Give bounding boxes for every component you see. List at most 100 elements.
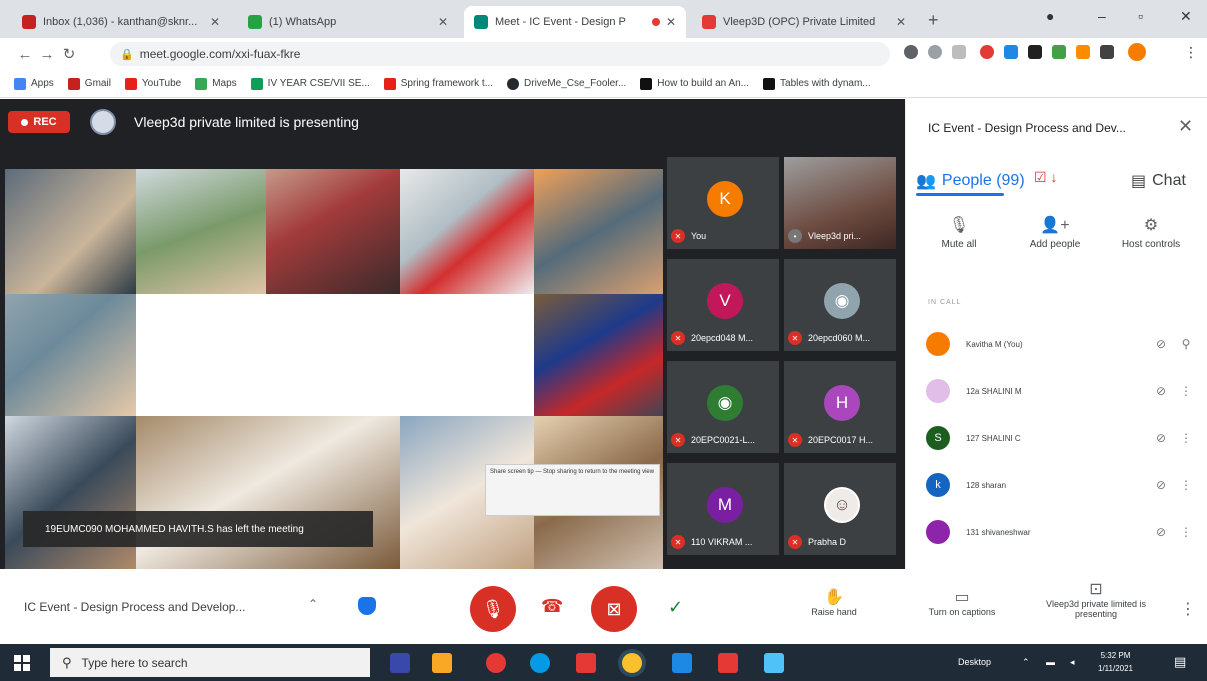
clock[interactable]: 5:32 PM 1/11/2021 (1098, 649, 1133, 675)
tab-meet[interactable]: Meet - IC Event - Design P ✕ (464, 6, 686, 38)
participant-tile[interactable]: ◉ ✕ 20epcd060 M... (784, 259, 896, 351)
mute-all-button[interactable]: 🎙 Mute all (914, 213, 1004, 250)
edge-icon[interactable] (530, 653, 550, 673)
windows-start-button[interactable] (14, 655, 30, 671)
presenting-button[interactable]: ⊡ Vleep3d private limited is presenting (1030, 579, 1162, 619)
person-name: 127 SHALINI C (966, 433, 1021, 443)
extension-icon[interactable] (1028, 45, 1042, 59)
extension-icon[interactable] (1004, 45, 1018, 59)
bookmark-youtube[interactable]: YouTube (124, 77, 181, 90)
file-explorer-icon[interactable] (432, 653, 452, 673)
participant-tile[interactable]: • Vleep3d pri... (784, 157, 896, 249)
lock-icon: 🔒 (120, 48, 134, 61)
participant-tile[interactable]: H ✕ 20EPC0017 H... (784, 361, 896, 453)
list-item[interactable]: 131 shivaneshwar ⊘ ⋮ (926, 517, 1196, 547)
tab-chat[interactable]: ▤ Chat (1131, 171, 1186, 191)
taskbar-search[interactable]: ⚲ Type here to search (50, 648, 370, 677)
app-icon[interactable] (390, 653, 410, 673)
bookmark-apps[interactable]: Apps (14, 77, 54, 90)
avatar (926, 520, 950, 544)
mic-toggle-button[interactable]: 🎙 (470, 586, 516, 632)
participant-tile[interactable]: ◉ ✕ 20EPC0021-L... (667, 361, 779, 453)
list-item[interactable]: Kavitha M (You) ⊘ ⚲ (926, 329, 1196, 359)
tab-gmail[interactable]: Inbox (1,036) - kanthan@sknr... ✕ (12, 6, 230, 38)
calculator-icon[interactable] (672, 653, 692, 673)
camera-toggle-button[interactable]: ⊠ (591, 586, 637, 632)
participant-tile[interactable]: K ✕ You (667, 157, 779, 249)
add-people-button[interactable]: 👤+ Add people (1010, 213, 1100, 250)
more-options-icon[interactable]: ⋮ (1176, 431, 1196, 445)
captions-button[interactable]: ▭ Turn on captions (910, 587, 1014, 617)
notifications-icon[interactable]: ▤ (1174, 654, 1186, 670)
menu-icon[interactable]: ⋮ (1184, 44, 1198, 61)
address-bar[interactable]: 🔒 meet.google.com/xxi-fuax-fkre (110, 42, 890, 66)
new-tab-button[interactable]: + (928, 10, 939, 31)
close-icon[interactable]: ✕ (438, 15, 448, 29)
meeting-name[interactable]: IC Event - Design Process and Develop... (24, 600, 245, 614)
mic-off-icon[interactable]: ⊘ (1146, 337, 1176, 351)
app-icon[interactable] (576, 653, 596, 673)
close-window-button[interactable]: ✕ (1180, 8, 1192, 25)
bookmark-maps[interactable]: Maps (195, 77, 237, 90)
bookmark-spring[interactable]: Spring framework t... (383, 77, 493, 90)
star-icon[interactable] (952, 45, 966, 59)
maximize-button[interactable]: ▫ (1138, 8, 1143, 24)
chrome-icon[interactable] (622, 653, 642, 673)
list-item[interactable]: 12a SHALINI M ⊘ ⋮ (926, 376, 1196, 406)
host-controls-button[interactable]: ⚙ Host controls (1106, 213, 1196, 250)
close-panel-button[interactable]: ✕ (1178, 116, 1193, 137)
tab-activities[interactable]: ☑ ↓ (1034, 169, 1057, 186)
app-icon[interactable] (718, 653, 738, 673)
participant-tile[interactable]: V ✕ 20epcd048 M... (667, 259, 779, 351)
desktop-label[interactable]: Desktop (958, 657, 991, 667)
opera-icon[interactable] (486, 653, 506, 673)
network-icon[interactable]: ▬ (1046, 657, 1055, 667)
mic-off-icon[interactable]: ⊘ (1146, 384, 1176, 398)
participant-tile[interactable]: ☺ ✕ Prabha D (784, 463, 896, 555)
extension-icon[interactable] (1076, 45, 1090, 59)
puzzle-icon[interactable] (1100, 45, 1114, 59)
forward-button[interactable]: → (36, 46, 58, 63)
tab-vleep3d[interactable]: Vleep3D (OPC) Private Limited ✕ (692, 6, 916, 38)
raise-hand-button[interactable]: ✋ Raise hand (796, 587, 872, 617)
pin-icon[interactable]: ⚲ (1176, 337, 1196, 351)
zoom-icon[interactable] (928, 45, 942, 59)
close-icon[interactable]: ✕ (210, 15, 220, 29)
more-options-icon[interactable]: ⋮ (1176, 525, 1196, 539)
share-tip-popup[interactable]: Share screen tip — Stop sharing to retur… (485, 464, 660, 516)
bookmark-github[interactable]: DriveMe_Cse_Fooler... (507, 77, 626, 90)
present-check-button[interactable]: ✓ (668, 597, 683, 618)
bookmark-tables[interactable]: Tables with dynam... (763, 77, 871, 90)
profile-avatar[interactable] (1128, 43, 1146, 61)
more-options-icon[interactable]: ⋮ (1176, 384, 1196, 398)
camera-icon[interactable] (904, 45, 918, 59)
extension-icon[interactable] (980, 45, 994, 59)
minimize-button[interactable]: – (1098, 8, 1106, 24)
shield-icon[interactable] (358, 597, 376, 615)
tab-whatsapp[interactable]: (1) WhatsApp ✕ (238, 6, 458, 38)
reload-button[interactable]: ↻ (58, 45, 80, 63)
chevron-up-icon[interactable]: ⌃ (308, 597, 318, 611)
tray-chevron-icon[interactable]: ⌃ (1022, 657, 1030, 668)
more-options-icon[interactable]: ⋮ (1176, 478, 1196, 492)
account-icon[interactable]: ● (1046, 8, 1054, 24)
participant-tile[interactable]: M ✕ 110 VIKRAM ... (667, 463, 779, 555)
mail-icon[interactable] (764, 653, 784, 673)
bookmark-gmail[interactable]: Gmail (67, 77, 111, 90)
list-item[interactable]: k 128 sharan ⊘ ⋮ (926, 470, 1196, 500)
bookmark-android[interactable]: How to build an An... (640, 77, 749, 90)
extension-icon[interactable] (1052, 45, 1066, 59)
mic-off-icon[interactable]: ⊘ (1146, 525, 1176, 539)
record-icon (21, 118, 29, 126)
close-icon[interactable]: ✕ (896, 15, 906, 29)
mic-off-icon[interactable]: ⊘ (1146, 431, 1176, 445)
back-button[interactable]: ← (14, 46, 36, 63)
leave-call-button[interactable]: ☎ (541, 596, 563, 617)
list-item[interactable]: S 127 SHALINI C ⊘ ⋮ (926, 423, 1196, 453)
more-options-icon[interactable]: ⋮ (1180, 599, 1196, 619)
bookmark-cse[interactable]: IV YEAR CSE/VII SE... (250, 77, 370, 90)
close-icon[interactable]: ✕ (666, 15, 676, 29)
volume-icon[interactable]: ◂ (1070, 657, 1075, 668)
tab-people[interactable]: 👥 People (99) (916, 171, 1025, 191)
mic-off-icon[interactable]: ⊘ (1146, 478, 1176, 492)
